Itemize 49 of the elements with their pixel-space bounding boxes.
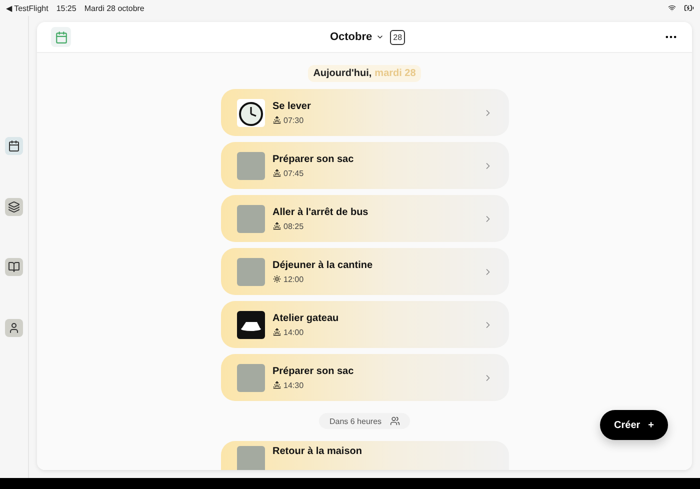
event-time: 08:25 — [284, 222, 304, 230]
sunrise-icon — [272, 169, 280, 177]
photo-placeholder — [236, 446, 264, 470]
event-card[interactable]: Préparer son sac 14:30 — [220, 354, 508, 401]
sunrise-icon — [272, 381, 280, 389]
battery-icon — [684, 3, 694, 13]
status-date: Mardi 28 octobre — [84, 4, 144, 12]
event-title: Aller à l'arrêt de bus — [272, 206, 370, 218]
event-time: 07:30 — [284, 116, 304, 124]
photo-placeholder — [236, 258, 264, 286]
event-title: Se lever — [272, 100, 312, 112]
wifi-icon — [668, 4, 676, 12]
event-title: Retour à la maison — [272, 446, 363, 457]
cake-picture — [236, 310, 264, 338]
event-time: 07:45 — [284, 168, 304, 178]
sun-icon — [272, 275, 280, 283]
create-button[interactable]: Créer + — [600, 410, 668, 440]
people-icon — [390, 416, 400, 426]
month-selector[interactable]: Octobre — [330, 31, 384, 43]
event-time: 12:00 — [284, 274, 304, 284]
event-card[interactable]: Déjeuner à la cantine 12:00 — [220, 248, 508, 295]
event-card[interactable]: Préparer son sac 07:45 — [220, 142, 508, 189]
separator-label: Dans 6 heures — [329, 416, 382, 426]
photo-placeholder — [236, 152, 264, 180]
sunrise-icon — [272, 222, 280, 230]
event-card[interactable]: Aller à l'arrêt de bus 08:25 — [220, 195, 508, 242]
clock-picture — [236, 98, 264, 126]
book-icon[interactable] — [5, 258, 23, 276]
photo-placeholder — [236, 204, 264, 232]
event-title: Déjeuner à la cantine — [272, 260, 374, 270]
cards-icon[interactable] — [5, 198, 23, 216]
event-card[interactable]: Atelier gateau 14:00 — [220, 301, 508, 348]
photo-placeholder — [236, 364, 264, 392]
event-title: Préparer son sac — [272, 154, 355, 164]
today-button[interactable]: 28 — [390, 30, 406, 44]
back-link[interactable]: ◀ TestFlight — [6, 4, 48, 12]
event-title: Atelier gateau — [272, 312, 340, 324]
sunrise-icon — [272, 328, 280, 336]
event-time: 14:00 — [284, 328, 304, 336]
sunrise-icon — [272, 116, 280, 124]
event-card[interactable]: Retour à la maison — [220, 441, 508, 470]
calendar-icon[interactable] — [5, 137, 23, 156]
event-time: 14:30 — [284, 380, 304, 390]
profile-icon[interactable] — [5, 318, 23, 337]
caret-icon — [376, 33, 384, 41]
day-heading: Aujourd'hui, mardi 28 — [308, 65, 421, 82]
status-time: 15:25 — [56, 4, 76, 12]
event-title: Préparer son sac — [272, 366, 355, 376]
event-card[interactable]: Se lever 07:30 — [220, 89, 508, 136]
